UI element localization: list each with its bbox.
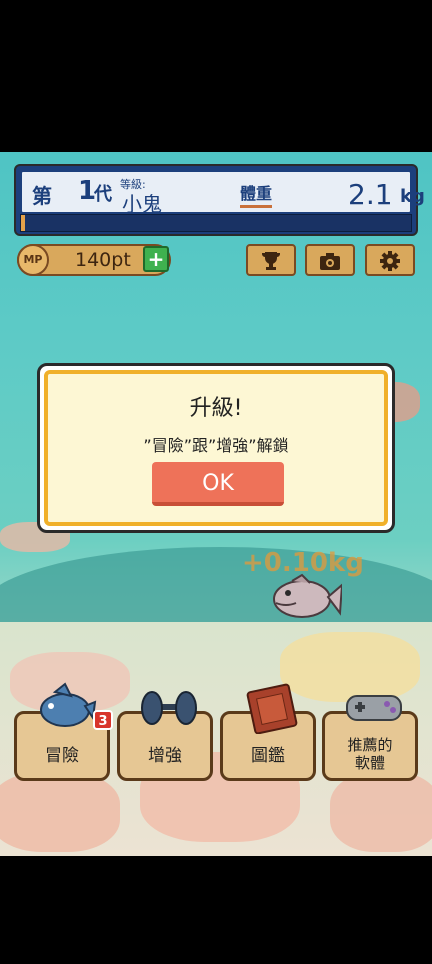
recommended-apps-label: 推薦的 軟體 <box>347 736 393 772</box>
encyclopedia-button[interactable]: 圖鑑 <box>220 683 316 781</box>
mp-badge-icon: MP <box>17 244 49 276</box>
coral-decoration <box>0 772 120 852</box>
dumbbell-icon <box>141 691 197 725</box>
generation-prefix: 第 <box>32 184 52 208</box>
boost-label: 增強 <box>148 746 182 766</box>
status-hud: 第 1 代 等級: 小鬼 體重 2.1 kg <box>14 164 425 236</box>
dialog-panel: 升級! ”冒險”跟”增強”解鎖 OK <box>44 370 388 526</box>
hud-info-panel: 第 1 代 等級: 小鬼 體重 2.1 kg <box>20 170 425 216</box>
recommended-apps-button[interactable]: 推薦的 軟體 <box>322 695 418 781</box>
growth-progress-bar <box>20 214 412 232</box>
camera-button[interactable] <box>305 244 355 276</box>
level-up-dialog: 升級! ”冒險”跟”增強”解鎖 OK <box>37 363 395 533</box>
weight-unit: kg <box>400 186 425 207</box>
notification-badge: 3 <box>93 710 113 730</box>
game-controller-icon <box>346 695 402 721</box>
fish-character[interactable] <box>266 573 342 621</box>
camera-icon <box>320 253 340 270</box>
ok-button[interactable]: OK <box>152 462 284 506</box>
weight-label: 體重 <box>240 180 273 208</box>
rank-value: 小鬼 <box>122 192 162 216</box>
adventure-button[interactable]: 3 冒險 <box>14 682 113 781</box>
mp-counter: MP 140pt + <box>17 244 171 276</box>
add-mp-button[interactable]: + <box>143 246 169 272</box>
mp-value: 140pt <box>75 249 131 271</box>
adventure-label: 冒險 <box>45 746 79 766</box>
dialog-message: ”冒險”跟”增強”解鎖 <box>143 436 289 455</box>
settings-button[interactable] <box>365 244 415 276</box>
gear-icon <box>380 251 400 271</box>
coral-decoration <box>330 772 432 852</box>
encyclopedia-label: 圖鑑 <box>251 746 285 766</box>
sunfish-icon <box>40 682 97 727</box>
growth-progress-fill <box>21 215 25 231</box>
book-icon <box>246 683 298 734</box>
generation-suffix: 代 <box>94 184 112 205</box>
trophy-icon <box>262 252 280 270</box>
weight-value: 2.1 <box>348 178 393 211</box>
dialog-title: 升級! <box>189 396 243 421</box>
trophy-button[interactable] <box>246 244 296 276</box>
boost-button[interactable]: 增強 <box>117 691 213 781</box>
